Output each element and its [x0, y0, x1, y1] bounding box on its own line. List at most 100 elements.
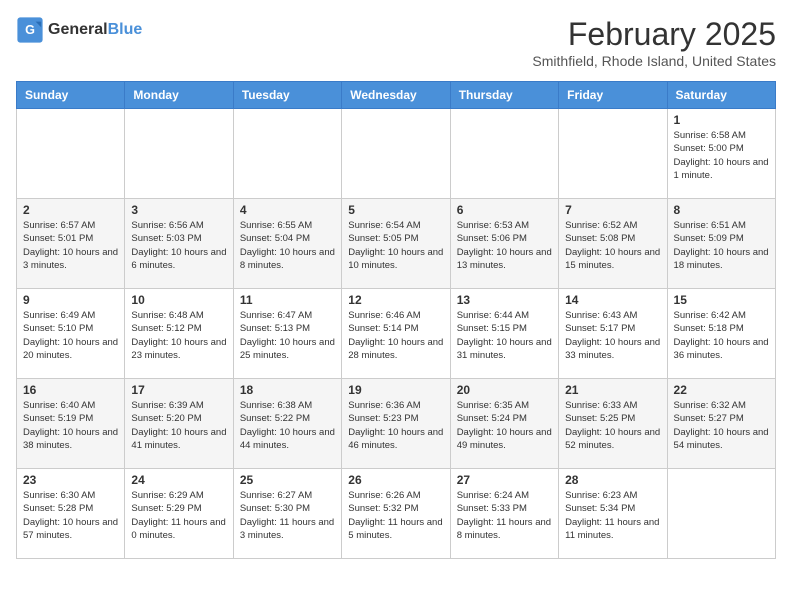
calendar-table: SundayMondayTuesdayWednesdayThursdayFrid… [16, 81, 776, 559]
calendar-day-cell: 16Sunrise: 6:40 AM Sunset: 5:19 PM Dayli… [17, 379, 125, 469]
day-number: 1 [674, 113, 769, 127]
calendar-day-cell: 3 Sunrise: 6:56 AM Sunset: 5:03 PM Daylig… [125, 199, 233, 289]
calendar-week-row: 2 Sunrise: 6:57 AM Sunset: 5:01 PM Daylig… [17, 199, 776, 289]
day-info: Sunrise: 6:54 AM Sunset: 5:05 PM Dayligh… [348, 219, 443, 272]
day-info: Sunrise: 6:47 AM Sunset: 5:13 PM Dayligh… [240, 309, 335, 362]
calendar-day-cell: 12 Sunrise: 6:46 AM Sunset: 5:14 PM Dayli… [342, 289, 450, 379]
day-number: 11 [240, 293, 335, 307]
day-number: 22 [674, 383, 769, 397]
day-info: Sunrise: 6:48 AM Sunset: 5:12 PM Dayligh… [131, 309, 226, 362]
day-info: Sunrise: 6:53 AM Sunset: 5:06 PM Dayligh… [457, 219, 552, 272]
day-of-week-header: Monday [125, 82, 233, 109]
day-info: Sunrise: 6:58 AM Sunset: 5:00 PM Dayligh… [674, 129, 769, 182]
day-info: Sunrise: 6:52 AM Sunset: 5:08 PM Dayligh… [565, 219, 660, 272]
day-info: Sunrise: 6:35 AM Sunset: 5:24 PM Dayligh… [457, 399, 552, 452]
logo: G GeneralBlue [16, 16, 142, 44]
day-info: Sunrise: 6:33 AM Sunset: 5:25 PM Dayligh… [565, 399, 660, 452]
day-number: 10 [131, 293, 226, 307]
day-number: 26 [348, 473, 443, 487]
calendar-day-cell: 27Sunrise: 6:24 AM Sunset: 5:33 PM Dayli… [450, 469, 558, 559]
calendar-day-cell: 7 Sunrise: 6:52 AM Sunset: 5:08 PM Daylig… [559, 199, 667, 289]
calendar-day-cell: 22 Sunrise: 6:32 AM Sunset: 5:27 PM Dayli… [667, 379, 775, 469]
day-number: 2 [23, 203, 118, 217]
day-info: Sunrise: 6:46 AM Sunset: 5:14 PM Dayligh… [348, 309, 443, 362]
day-info: Sunrise: 6:56 AM Sunset: 5:03 PM Dayligh… [131, 219, 226, 272]
day-number: 5 [348, 203, 443, 217]
day-number: 18 [240, 383, 335, 397]
day-number: 15 [674, 293, 769, 307]
calendar-day-cell: 6 Sunrise: 6:53 AM Sunset: 5:06 PM Daylig… [450, 199, 558, 289]
calendar-day-cell: 1 Sunrise: 6:58 AM Sunset: 5:00 PM Daylig… [667, 109, 775, 199]
day-number: 24 [131, 473, 226, 487]
calendar-day-cell: 14Sunrise: 6:43 AM Sunset: 5:17 PM Dayli… [559, 289, 667, 379]
logo-icon: G [16, 16, 44, 44]
calendar-day-cell: 25Sunrise: 6:27 AM Sunset: 5:30 PM Dayli… [233, 469, 341, 559]
day-info: Sunrise: 6:38 AM Sunset: 5:22 PM Dayligh… [240, 399, 335, 452]
calendar-week-row: 1 Sunrise: 6:58 AM Sunset: 5:00 PM Daylig… [17, 109, 776, 199]
calendar-week-row: 23 Sunrise: 6:30 AM Sunset: 5:28 PM Dayli… [17, 469, 776, 559]
calendar-day-cell [17, 109, 125, 199]
day-of-week-header: Tuesday [233, 82, 341, 109]
day-info: Sunrise: 6:40 AM Sunset: 5:19 PM Dayligh… [23, 399, 118, 452]
day-of-week-header: Thursday [450, 82, 558, 109]
calendar-header-row: SundayMondayTuesdayWednesdayThursdayFrid… [17, 82, 776, 109]
calendar-day-cell: 28Sunrise: 6:23 AM Sunset: 5:34 PM Dayli… [559, 469, 667, 559]
calendar-week-row: 9 Sunrise: 6:49 AM Sunset: 5:10 PM Daylig… [17, 289, 776, 379]
day-number: 12 [348, 293, 443, 307]
day-number: 3 [131, 203, 226, 217]
calendar-day-cell: 4 Sunrise: 6:55 AM Sunset: 5:04 PM Daylig… [233, 199, 341, 289]
calendar-day-cell: 18 Sunrise: 6:38 AM Sunset: 5:22 PM Dayli… [233, 379, 341, 469]
day-number: 7 [565, 203, 660, 217]
day-info: Sunrise: 6:42 AM Sunset: 5:18 PM Dayligh… [674, 309, 769, 362]
calendar-week-row: 16Sunrise: 6:40 AM Sunset: 5:19 PM Dayli… [17, 379, 776, 469]
day-info: Sunrise: 6:57 AM Sunset: 5:01 PM Dayligh… [23, 219, 118, 272]
calendar-day-cell [342, 109, 450, 199]
day-number: 17 [131, 383, 226, 397]
calendar-day-cell [125, 109, 233, 199]
calendar-day-cell: 15 Sunrise: 6:42 AM Sunset: 5:18 PM Dayli… [667, 289, 775, 379]
title-section: February 2025 Smithfield, Rhode Island, … [532, 16, 776, 69]
calendar-day-cell [667, 469, 775, 559]
calendar-day-cell: 24Sunrise: 6:29 AM Sunset: 5:29 PM Dayli… [125, 469, 233, 559]
calendar-day-cell: 17 Sunrise: 6:39 AM Sunset: 5:20 PM Dayli… [125, 379, 233, 469]
month-title: February 2025 [532, 16, 776, 53]
calendar-day-cell: 19 Sunrise: 6:36 AM Sunset: 5:23 PM Dayli… [342, 379, 450, 469]
logo-blue: Blue [108, 21, 143, 38]
day-info: Sunrise: 6:39 AM Sunset: 5:20 PM Dayligh… [131, 399, 226, 452]
day-of-week-header: Sunday [17, 82, 125, 109]
calendar-day-cell: 10 Sunrise: 6:48 AM Sunset: 5:12 PM Dayli… [125, 289, 233, 379]
day-of-week-header: Friday [559, 82, 667, 109]
svg-text:G: G [25, 23, 35, 37]
day-number: 23 [23, 473, 118, 487]
calendar-day-cell: 23 Sunrise: 6:30 AM Sunset: 5:28 PM Dayli… [17, 469, 125, 559]
calendar-day-cell [450, 109, 558, 199]
day-info: Sunrise: 6:44 AM Sunset: 5:15 PM Dayligh… [457, 309, 552, 362]
day-info: Sunrise: 6:30 AM Sunset: 5:28 PM Dayligh… [23, 489, 118, 542]
calendar-day-cell: 8 Sunrise: 6:51 AM Sunset: 5:09 PM Daylig… [667, 199, 775, 289]
day-info: Sunrise: 6:49 AM Sunset: 5:10 PM Dayligh… [23, 309, 118, 362]
calendar-day-cell: 2 Sunrise: 6:57 AM Sunset: 5:01 PM Daylig… [17, 199, 125, 289]
calendar-day-cell: 21Sunrise: 6:33 AM Sunset: 5:25 PM Dayli… [559, 379, 667, 469]
location-subtitle: Smithfield, Rhode Island, United States [532, 53, 776, 69]
day-number: 19 [348, 383, 443, 397]
day-info: Sunrise: 6:36 AM Sunset: 5:23 PM Dayligh… [348, 399, 443, 452]
day-number: 13 [457, 293, 552, 307]
logo-general: General [48, 21, 108, 38]
calendar-day-cell: 20 Sunrise: 6:35 AM Sunset: 5:24 PM Dayli… [450, 379, 558, 469]
day-info: Sunrise: 6:51 AM Sunset: 5:09 PM Dayligh… [674, 219, 769, 272]
day-number: 14 [565, 293, 660, 307]
day-number: 8 [674, 203, 769, 217]
day-number: 9 [23, 293, 118, 307]
day-of-week-header: Saturday [667, 82, 775, 109]
day-number: 28 [565, 473, 660, 487]
calendar-day-cell: 5 Sunrise: 6:54 AM Sunset: 5:05 PM Daylig… [342, 199, 450, 289]
day-number: 4 [240, 203, 335, 217]
calendar-day-cell [233, 109, 341, 199]
day-number: 6 [457, 203, 552, 217]
calendar-day-cell: 26Sunrise: 6:26 AM Sunset: 5:32 PM Dayli… [342, 469, 450, 559]
calendar-day-cell: 11 Sunrise: 6:47 AM Sunset: 5:13 PM Dayli… [233, 289, 341, 379]
day-number: 20 [457, 383, 552, 397]
day-info: Sunrise: 6:32 AM Sunset: 5:27 PM Dayligh… [674, 399, 769, 452]
day-number: 25 [240, 473, 335, 487]
day-info: Sunrise: 6:55 AM Sunset: 5:04 PM Dayligh… [240, 219, 335, 272]
